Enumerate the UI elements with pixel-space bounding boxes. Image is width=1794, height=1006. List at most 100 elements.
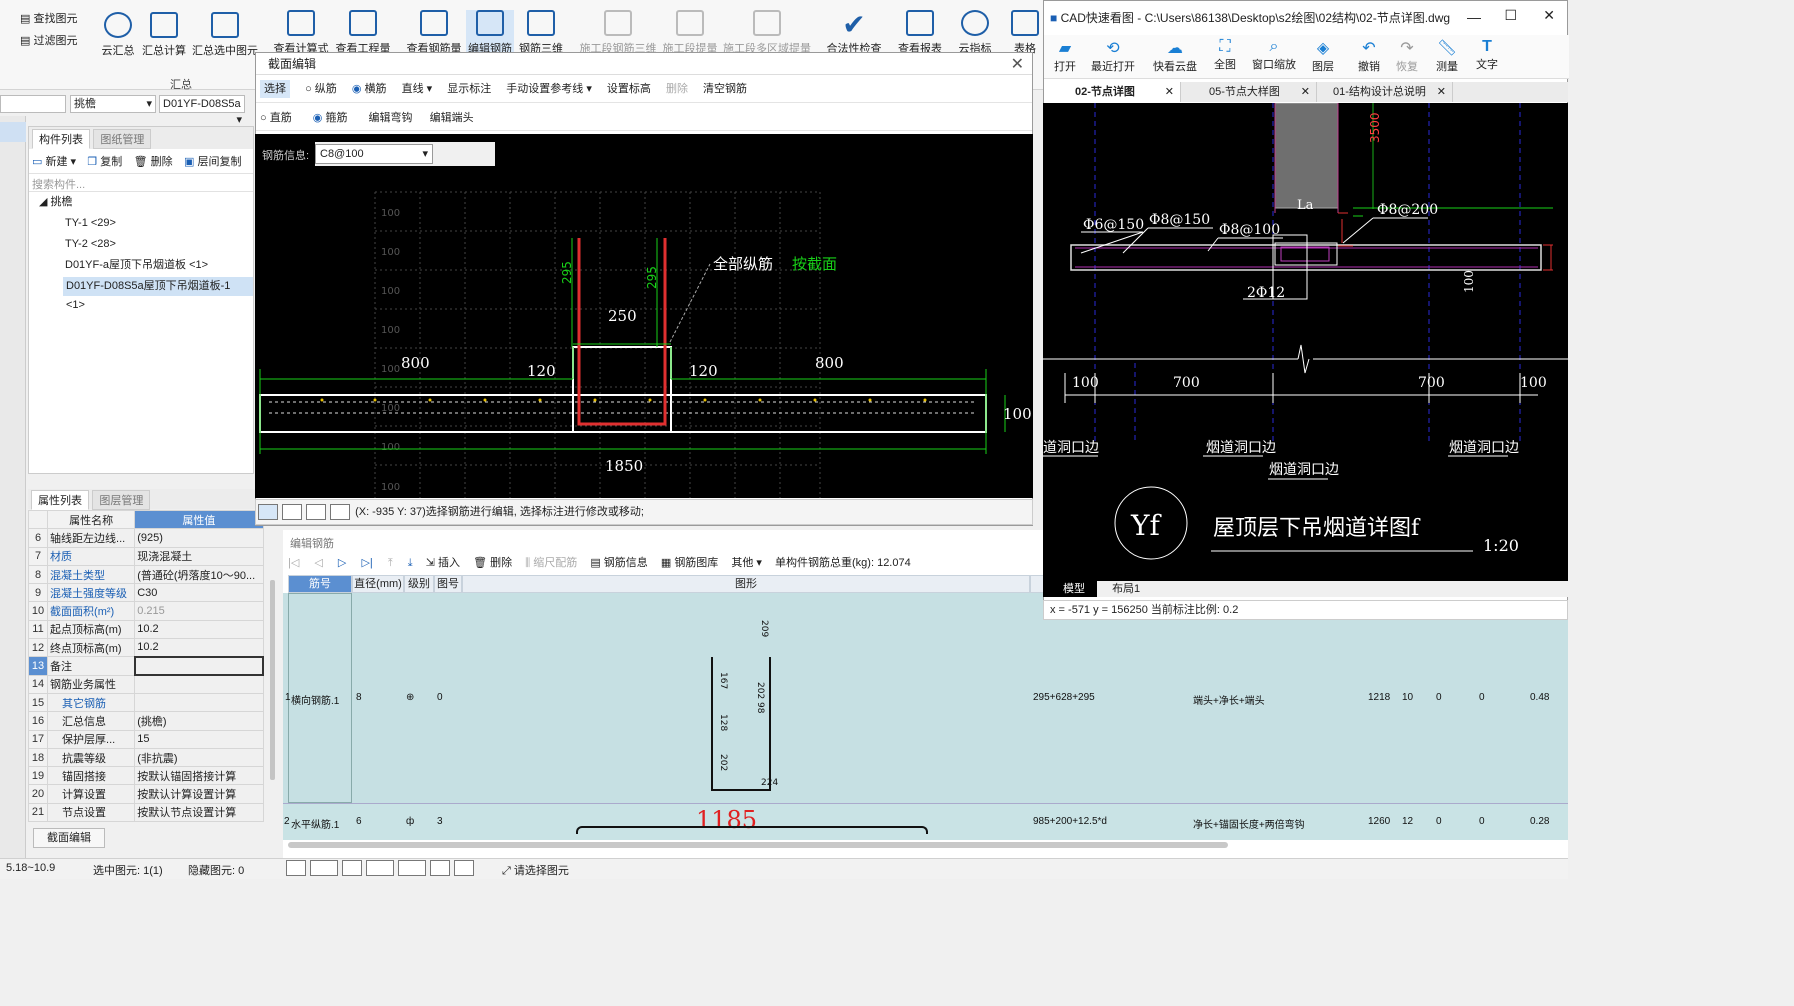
summary-selected-button[interactable]: 汇总选中图元	[191, 12, 259, 58]
table-button[interactable]: 表格	[1005, 10, 1045, 56]
delete-row-button[interactable]: 🗑︎ 删除	[473, 557, 512, 569]
cad-cloud-button[interactable]: ☁ 快看云盘	[1147, 38, 1203, 74]
bar-grade[interactable]: ⊕	[406, 692, 414, 703]
component-search-input[interactable]: 搜索构件...	[29, 174, 253, 192]
select-mode-icon[interactable]	[310, 860, 338, 876]
rebar-label[interactable]: Φ6@150	[1083, 217, 1144, 233]
horizontal-scrollbar[interactable]	[288, 842, 1228, 848]
view-rebar-button[interactable]: 查看钢筋量	[405, 10, 463, 56]
view-formula-button[interactable]: 查看计算式	[272, 10, 330, 56]
dim-120-right[interactable]: 120	[689, 362, 718, 380]
section-canvas[interactable]: 100 100 100 100 100 100 100 100 800 800	[255, 134, 1033, 498]
property-row[interactable]: 9 混凝土强度等级 C30	[27, 583, 264, 603]
col-diameter[interactable]: 直径(mm)	[352, 575, 404, 593]
set-elevation-button[interactable]: 设置标高	[607, 83, 651, 95]
rebar-label[interactable]: Φ8@150	[1149, 212, 1210, 228]
property-row[interactable]: 16 汇总信息 (挑檐)	[27, 711, 264, 731]
prop-value[interactable]	[134, 674, 264, 694]
insert-button[interactable]: ⇲ 插入	[426, 557, 460, 569]
property-row[interactable]: 14 钢筋业务属性	[27, 674, 264, 694]
dim-250[interactable]: 250	[608, 307, 637, 325]
transverse-radio[interactable]: ◉ 横筋	[352, 83, 387, 95]
annotation-by-section[interactable]: 按截面	[792, 255, 837, 273]
cad-open-button[interactable]: ▰ 打开	[1049, 38, 1081, 74]
property-row[interactable]: 12 终点顶标高(m) 10.2	[27, 638, 264, 658]
maximize-icon[interactable]: ☐	[1504, 7, 1517, 24]
property-row[interactable]: 11 起点顶标高(m) 10.2	[27, 619, 264, 640]
snap-add-icon[interactable]	[330, 504, 350, 521]
col-grade[interactable]: 级别	[404, 575, 434, 593]
cad-window-zoom-button[interactable]: ⌕ 窗口缩放	[1249, 38, 1299, 72]
view-quantity-button[interactable]: 查看工程量	[334, 10, 392, 56]
cad-undo-button[interactable]: ↶ 撤销	[1353, 38, 1385, 74]
tab-layer-manage[interactable]: 图层管理	[92, 490, 151, 510]
cad-measure-button[interactable]: 📏︎ 测量	[1431, 38, 1463, 74]
col-shape[interactable]: 图形	[462, 575, 1030, 593]
rebar-info-select[interactable]: C8@100 ▾	[315, 144, 433, 164]
prop-value[interactable]	[134, 692, 264, 713]
component-dropdown[interactable]: D01YF-D08S5a ▾	[159, 95, 245, 126]
prop-value[interactable]: 按默认计算设置计算	[134, 784, 264, 804]
bar-name[interactable]: 水平纵筋.1	[291, 816, 339, 831]
prev-icon[interactable]: ◁	[314, 557, 322, 569]
col-bar-no[interactable]: 筋号	[288, 575, 352, 593]
cloud-index-button[interactable]: 云指标	[955, 10, 995, 56]
cross-icon[interactable]	[342, 860, 362, 876]
bar-formula[interactable]: 985+200+12.5*d	[1033, 816, 1107, 827]
stirrup-rebar[interactable]	[577, 238, 667, 426]
bar-weight[interactable]: 0.28	[1530, 816, 1549, 827]
bar-value[interactable]: 0	[1436, 692, 1442, 703]
arc-icon[interactable]	[454, 860, 474, 876]
other-dropdown[interactable]: 其他 ▾	[731, 557, 762, 569]
cad-layer-button[interactable]: ◈ 图层	[1307, 38, 1339, 74]
dim-800-left[interactable]: 800	[401, 354, 430, 372]
bar-formula-desc[interactable]: 净长+锚固长度+两倍弯钩	[1193, 816, 1305, 831]
tab-model[interactable]: 模型	[1043, 581, 1097, 597]
property-row[interactable]: 20 计算设置 按默认计算设置计算	[27, 784, 264, 804]
prop-value[interactable]: (925)	[134, 528, 264, 548]
tab-component-list[interactable]: 构件列表	[32, 129, 90, 149]
property-row[interactable]: 21 节点设置 按默认节点设置计算	[27, 802, 264, 823]
reference-line-dropdown[interactable]: 手动设置参考线 ▾	[506, 83, 592, 95]
clear-rebar-button[interactable]: 清空钢筋	[703, 83, 747, 95]
prop-value[interactable]: 现浇混凝土	[134, 546, 264, 566]
bar-formula-desc[interactable]: 端头+净长+端头	[1193, 692, 1265, 707]
dim-1850[interactable]: 1850	[605, 457, 643, 475]
rebar-label[interactable]: Φ8@100	[1219, 222, 1280, 238]
select-mode-button[interactable]: 选择	[260, 80, 290, 98]
filter-element-button[interactable]: ▤ 过滤图元	[20, 32, 77, 48]
scale-rebar-button[interactable]: ⫼ 缩尺配筋	[525, 557, 577, 569]
rebar-label[interactable]: 2Φ12	[1247, 285, 1285, 301]
section-edit-tab[interactable]: 截面编辑	[33, 828, 105, 848]
prop-value[interactable]: 0.215	[134, 601, 264, 621]
bar-diameter[interactable]: 8	[356, 692, 362, 703]
dim-100[interactable]: 100	[1003, 405, 1032, 423]
tab-node-large[interactable]: 05-节点大样图 ✕	[1181, 82, 1317, 102]
bar-name[interactable]: 横向钢筋.1	[291, 692, 339, 707]
hole-label[interactable]: 烟道洞口边	[1269, 462, 1339, 478]
bar-value[interactable]: 0	[1479, 692, 1485, 703]
prop-value[interactable]	[133, 655, 265, 677]
edit-rebar-button[interactable]: 编辑钢筋	[466, 10, 514, 56]
property-row[interactable]: 8 混凝土类型 (普通砼(坍落度10～90...	[27, 564, 264, 585]
angle-icon[interactable]	[366, 860, 394, 876]
tab-layout1[interactable]: 布局1	[1100, 581, 1152, 597]
dim-295-left[interactable]: 295	[560, 261, 574, 284]
tree-item-d01yf-d08s5a-selected[interactable]: D01YF-D08S5a屋顶下吊烟道板-1 <1>	[63, 277, 253, 311]
validity-check-button[interactable]: ✔ 合法性检查	[825, 10, 883, 56]
dim-295-right[interactable]: 295	[645, 266, 659, 289]
floor-copy-button[interactable]: ▣ 层间复制	[184, 153, 241, 169]
prop-value[interactable]: (非抗震)	[134, 747, 264, 768]
rebar-library-button[interactable]: ▦ 钢筋图库	[661, 557, 718, 569]
view-report-button[interactable]: 查看报表	[896, 10, 944, 56]
property-row[interactable]: 13 备注	[27, 655, 265, 677]
edit-end-button[interactable]: 编辑端头	[430, 112, 474, 124]
dim-label[interactable]: 700	[1173, 375, 1200, 391]
stirrup-radio[interactable]: ◉ 箍筋	[313, 112, 348, 124]
delete-rebar-button[interactable]: 删除	[666, 83, 688, 95]
close-icon[interactable]: ✕	[1543, 7, 1555, 24]
next-icon[interactable]: ▷	[338, 557, 346, 569]
bar-diameter[interactable]: 6	[356, 816, 362, 827]
prop-value[interactable]: 按默认锚固搭接计算	[134, 766, 264, 786]
tab-structure-notes[interactable]: 01-结构设计总说明 ✕	[1317, 82, 1453, 102]
